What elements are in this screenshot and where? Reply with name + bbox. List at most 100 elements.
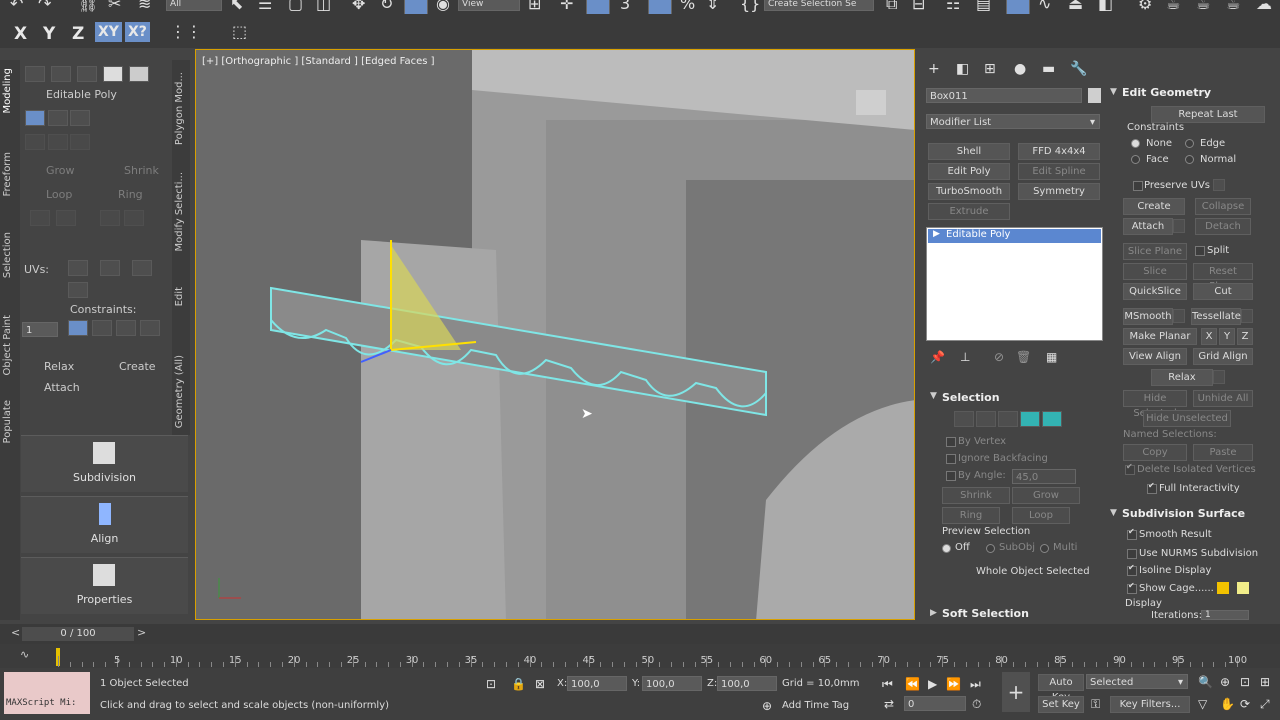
bind-icon[interactable]: ≋	[138, 0, 151, 12]
sel-edge-icon[interactable]	[976, 411, 996, 427]
layer-explorer-icon[interactable]: ☷	[946, 0, 960, 12]
border-mode-icon[interactable]	[77, 66, 97, 82]
make-planar-button[interactable]: Make Planar	[1123, 328, 1197, 345]
collapse-button[interactable]: Collapse	[1195, 198, 1251, 215]
repeat-last-button[interactable]: Repeat Last	[1151, 106, 1265, 123]
isoline-display-checkbox[interactable]	[1127, 563, 1137, 576]
ribbon-grow-button[interactable]: Grow	[46, 164, 75, 177]
sel-vertex-icon[interactable]	[954, 411, 974, 427]
detach-button[interactable]: Detach	[1195, 218, 1251, 235]
sel-element-icon[interactable]	[1042, 411, 1062, 427]
use-nurms-checkbox[interactable]	[1127, 549, 1137, 559]
zoom-extents-all-icon[interactable]: ⊞	[1260, 674, 1270, 690]
move-icon[interactable]: ✥	[352, 0, 365, 12]
snaps-toggle-icon[interactable]: 3	[620, 0, 630, 12]
delete-isolated-checkbox[interactable]	[1125, 462, 1135, 475]
ribbon-disabled-3[interactable]	[70, 134, 90, 150]
redo-icon[interactable]: ↷	[38, 0, 51, 12]
cage-color-swatch-2[interactable]	[1237, 582, 1249, 594]
extrude-button[interactable]: Extrude	[928, 203, 1010, 220]
msmooth-button[interactable]: MSmooth	[1123, 308, 1173, 325]
selection-filter-dropdown[interactable]: All	[166, 0, 222, 11]
render-setup-icon[interactable]: ⚙	[1138, 0, 1152, 12]
pin-stack-icon[interactable]: 📌	[930, 349, 945, 365]
render-icon[interactable]: ☕	[1196, 0, 1210, 12]
relax-settings-icon[interactable]	[1213, 370, 1225, 384]
ribbon-disabled-6[interactable]	[100, 210, 120, 226]
element-mode-icon[interactable]	[129, 66, 149, 82]
constraint-face-icon[interactable]	[116, 320, 136, 336]
time-config-icon[interactable]: ⏱	[972, 696, 981, 712]
scale-icon[interactable]	[404, 0, 428, 15]
shell-button[interactable]: Shell	[928, 143, 1010, 160]
cage-color-swatch-1[interactable]	[1217, 582, 1229, 594]
snap-vertex-icon[interactable]: ⬚	[232, 24, 247, 40]
sel-shrink-button[interactable]: Shrink	[942, 487, 1010, 504]
subdivision-button[interactable]: Subdivision	[21, 435, 188, 492]
maxscript-listener[interactable]: MAXScript Mi:	[4, 672, 90, 714]
subdivision-surface-header[interactable]: Subdivision Surface	[1122, 507, 1245, 520]
relax-button[interactable]: Relax	[44, 360, 74, 373]
ribbon-tab-selection[interactable]: Selection	[2, 232, 13, 278]
panel-tab-polygon-modeling[interactable]: Polygon Mod...	[174, 72, 185, 145]
edit-geometry-header[interactable]: Edit Geometry	[1122, 86, 1211, 99]
toggle-ribbon-icon[interactable]: ▤	[976, 0, 991, 12]
unlink-icon[interactable]: ✂	[108, 0, 121, 12]
unhide-all-button[interactable]: Unhide All	[1193, 390, 1253, 407]
select-by-name-icon[interactable]: ☰	[258, 0, 272, 12]
previous-frame-icon[interactable]: ⏪	[905, 676, 920, 692]
by-angle-checkbox[interactable]	[946, 471, 956, 481]
set-key-button[interactable]: Set Key	[1038, 696, 1084, 713]
rendered-frame-icon[interactable]: ☕	[1166, 0, 1180, 12]
soft-selection-rollout-header[interactable]: Soft Selection	[942, 607, 1029, 620]
play-icon[interactable]: ▶	[928, 676, 937, 692]
grid-align-button[interactable]: Grid Align	[1193, 348, 1253, 365]
ribbon-create-button[interactable]: Create	[119, 360, 156, 373]
cut-button[interactable]: Cut	[1193, 283, 1253, 300]
attach-button[interactable]: Attach	[1123, 218, 1173, 235]
by-vertex-checkbox[interactable]	[946, 437, 956, 447]
link-icon[interactable]: ⛓	[78, 0, 98, 12]
time-slider[interactable]: 0 / 100	[22, 627, 134, 641]
zoom-icon[interactable]: 🔍	[1198, 674, 1213, 690]
zoom-all-icon[interactable]: ⊕	[1220, 674, 1230, 690]
constraint-none-radio[interactable]	[1131, 139, 1140, 148]
constraint-face-radio[interactable]	[1131, 155, 1140, 164]
tessellate-button[interactable]: Tessellate	[1191, 308, 1241, 325]
motion-tab-icon[interactable]: ●	[1014, 61, 1026, 77]
preview-off-radio[interactable]	[942, 544, 951, 553]
render-cloud-icon[interactable]: ☁	[1256, 0, 1272, 12]
ribbon-disabled-4[interactable]	[30, 210, 50, 226]
modifier-list-dropdown[interactable]: Modifier List ▾	[926, 114, 1100, 129]
align-icon[interactable]: ⊟	[912, 0, 925, 12]
constraint-normal-radio[interactable]	[1185, 155, 1194, 164]
key-filters-button[interactable]: Key Filters...	[1110, 696, 1190, 713]
next-frame-button-icon[interactable]: ⏩	[946, 676, 961, 692]
modify-tab-icon[interactable]: ◧	[956, 61, 969, 77]
pivot-icon[interactable]: ⊞	[528, 0, 541, 12]
render-iterative-icon[interactable]: ☕	[1226, 0, 1240, 12]
smooth-result-checkbox[interactable]	[1127, 527, 1137, 540]
vertex-mode-icon[interactable]	[25, 66, 45, 82]
x-coord-field[interactable]: 100,0	[567, 676, 627, 691]
sel-border-icon[interactable]	[998, 411, 1018, 427]
ribbon-loop-button[interactable]: Loop	[46, 188, 72, 201]
ribbon-disabled-2[interactable]	[48, 134, 68, 150]
axis-x-button[interactable]: X	[14, 24, 27, 44]
create-tab-icon[interactable]: +	[928, 61, 940, 77]
polygon-mode-icon[interactable]	[103, 66, 123, 82]
axis-z-button[interactable]: Z	[72, 24, 84, 44]
rect-selection-icon[interactable]: ▢	[288, 0, 303, 12]
show-cage-checkbox[interactable]	[1127, 581, 1137, 594]
hierarchy-tab-icon[interactable]: ⊞	[984, 61, 996, 77]
edge-mode-icon[interactable]	[51, 66, 71, 82]
uv-checker-icon[interactable]	[68, 282, 88, 298]
z-coord-field[interactable]: 100,0	[717, 676, 777, 691]
expand-arrow-icon[interactable]: ▶	[933, 229, 940, 239]
orbit-icon[interactable]: ⟳	[1240, 696, 1250, 712]
tessellate-settings-icon[interactable]	[1241, 309, 1253, 323]
uvs-value-field[interactable]: 1	[22, 322, 58, 337]
placement-icon[interactable]: ◉	[436, 0, 450, 12]
selection-rollout-header[interactable]: Selection	[942, 391, 1000, 404]
make-unique-icon[interactable]: ⊘	[994, 349, 1004, 365]
